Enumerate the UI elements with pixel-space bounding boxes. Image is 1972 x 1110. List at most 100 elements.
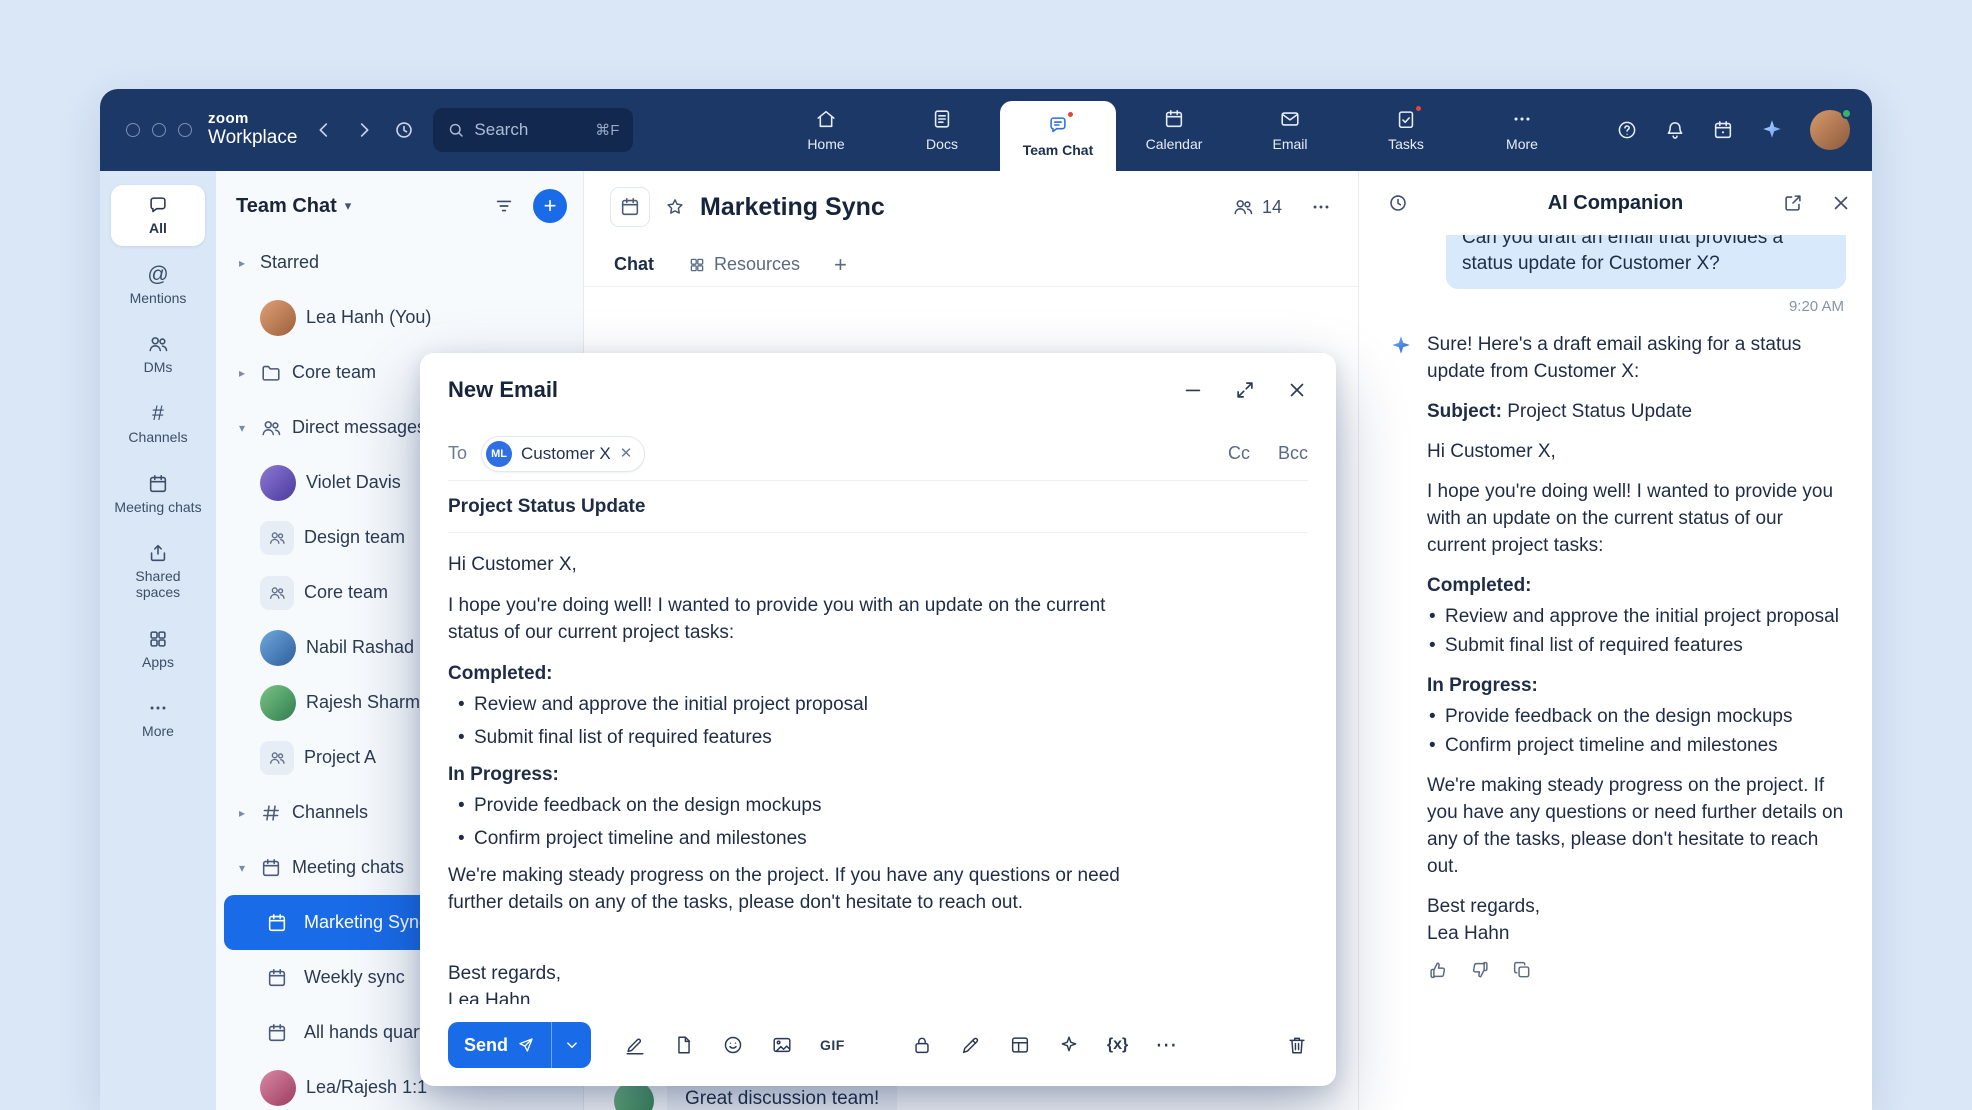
recipient-name: Customer X — [521, 444, 611, 464]
lock-icon[interactable] — [911, 1034, 933, 1056]
bcc-button[interactable]: Bcc — [1278, 443, 1308, 464]
tab-team-chat[interactable]: Team Chat — [1000, 101, 1116, 171]
sidebar-title-dropdown[interactable]: Team Chat ▾ — [236, 195, 351, 218]
today-calendar-icon[interactable] — [1712, 119, 1734, 141]
ai-companion-sparkle-icon[interactable] — [1760, 118, 1784, 142]
rail-item-apps[interactable]: Apps — [111, 619, 205, 680]
emoji-icon[interactable] — [722, 1034, 744, 1056]
filter-icon[interactable] — [493, 195, 515, 217]
user-avatar[interactable] — [1810, 110, 1850, 150]
list-item-label: Project A — [304, 747, 376, 768]
expand-icon[interactable] — [1234, 379, 1256, 401]
avatar — [260, 465, 296, 501]
back-icon[interactable] — [313, 119, 335, 141]
minimize-icon[interactable] — [1182, 379, 1204, 401]
channels-hash-icon: # — [152, 403, 164, 425]
notifications-bell-icon[interactable] — [1664, 119, 1686, 141]
tab-resources[interactable]: Resources — [688, 254, 800, 275]
signature-icon[interactable] — [624, 1034, 646, 1056]
more-options-icon[interactable]: ⋯ — [1155, 1032, 1178, 1058]
history-icon[interactable] — [1387, 192, 1409, 214]
logo-zoom-text: zoom — [208, 111, 297, 128]
more-icon — [1511, 108, 1533, 130]
template-icon[interactable] — [1009, 1034, 1031, 1056]
caret-right-icon[interactable]: ▸ — [234, 256, 250, 270]
close-icon[interactable] — [1286, 379, 1308, 401]
rail-item-label: All — [149, 221, 167, 237]
in-progress-list: Provide feedback on the design mockups C… — [448, 792, 1308, 852]
in-progress-list: Provide feedback on the design mockups C… — [1427, 703, 1846, 759]
rail-more-icon — [147, 697, 169, 719]
email-intro-para: I hope you're doing well! I wanted to pr… — [448, 592, 1148, 646]
thumbs-up-icon[interactable] — [1427, 959, 1449, 981]
caret-right-icon[interactable]: ▸ — [234, 806, 250, 820]
thumbs-down-icon[interactable] — [1469, 959, 1491, 981]
caret-down-icon[interactable]: ▾ — [234, 421, 250, 435]
tab-more[interactable]: More — [1464, 89, 1580, 171]
tab-home[interactable]: Home — [768, 89, 884, 171]
in-progress-label: In Progress: — [448, 761, 1148, 788]
subject-field[interactable]: Project Status Update — [448, 481, 1308, 533]
sidebar-group-starred[interactable]: ▸ Starred — [224, 235, 575, 290]
search-shortcut-hint: ⌘F — [595, 121, 619, 139]
new-chat-add-button[interactable]: + — [533, 189, 567, 223]
delete-draft-icon[interactable] — [1286, 1034, 1308, 1056]
gif-icon[interactable]: GIF — [820, 1037, 845, 1053]
history-icon[interactable] — [393, 119, 415, 141]
remove-recipient-icon[interactable]: ✕ — [620, 446, 633, 461]
search-input[interactable]: Search ⌘F — [433, 108, 633, 152]
subject-value: Project Status Update — [448, 496, 645, 518]
channel-more-icon[interactable] — [1310, 196, 1332, 218]
copy-icon[interactable] — [1511, 959, 1533, 981]
email-body-editor[interactable]: Hi Customer X, I hope you're doing well!… — [448, 533, 1308, 1004]
ai-companion-panel: AI Companion Can you draft an email that… — [1358, 171, 1872, 1110]
rail-item-dms[interactable]: DMs — [111, 324, 205, 385]
tab-email[interactable]: Email — [1232, 89, 1348, 171]
tab-tasks[interactable]: Tasks — [1348, 89, 1464, 171]
send-button-label: Send — [464, 1035, 508, 1056]
add-tab-button[interactable]: + — [834, 252, 847, 278]
tab-chat[interactable]: Chat — [614, 254, 654, 275]
code-snippet-icon[interactable]: {x} — [1107, 1036, 1128, 1054]
send-button[interactable]: Send — [448, 1022, 551, 1068]
rail-item-mentions[interactable]: @ Mentions — [111, 255, 205, 316]
caret-down-icon[interactable]: ▾ — [234, 861, 250, 875]
send-options-chevron[interactable] — [551, 1022, 591, 1068]
star-icon[interactable] — [664, 196, 686, 218]
image-icon[interactable] — [771, 1034, 793, 1056]
forward-icon[interactable] — [353, 119, 375, 141]
recipient-chip[interactable]: ML Customer X ✕ — [481, 436, 645, 472]
rail-item-more[interactable]: More — [111, 688, 205, 749]
topbar: zoom Workplace Search ⌘F Home Docs — [100, 89, 1872, 171]
window-zoom-button[interactable] — [178, 123, 192, 137]
help-icon[interactable] — [1616, 119, 1638, 141]
list-item-label: Core team — [304, 582, 388, 603]
member-count[interactable]: 14 — [1232, 196, 1282, 218]
meeting-chats-calendar-icon — [147, 473, 169, 495]
close-icon[interactable] — [1830, 192, 1852, 214]
rail-item-meeting-chats[interactable]: Meeting chats — [111, 464, 205, 525]
cc-button[interactable]: Cc — [1228, 443, 1250, 464]
resources-grid-icon — [688, 256, 706, 274]
tab-more-label: More — [1506, 136, 1538, 152]
search-placeholder: Search — [474, 120, 528, 140]
open-in-new-icon[interactable] — [1782, 192, 1804, 214]
group-label: Direct messages — [292, 417, 426, 438]
dms-people-icon — [147, 333, 169, 355]
tab-calendar[interactable]: Calendar — [1116, 89, 1232, 171]
caret-right-icon[interactable]: ▸ — [234, 366, 250, 380]
window-close-button[interactable] — [126, 123, 140, 137]
team-chat-unread-dot — [1066, 110, 1075, 119]
rail-item-shared-spaces[interactable]: Shared spaces — [111, 533, 205, 609]
ai-sparkle-icon[interactable] — [1058, 1034, 1080, 1056]
members-icon — [1232, 196, 1254, 218]
group-label: Meeting chats — [292, 857, 404, 878]
window-minimize-button[interactable] — [152, 123, 166, 137]
list-item-lea-hanh[interactable]: Lea Hanh (You) — [224, 290, 575, 345]
rail-item-channels[interactable]: # Channels — [111, 394, 205, 455]
attach-document-icon[interactable] — [673, 1034, 695, 1056]
all-chats-icon — [147, 194, 169, 216]
rail-item-all[interactable]: All — [111, 185, 205, 246]
tab-docs[interactable]: Docs — [884, 89, 1000, 171]
pencil-icon[interactable] — [960, 1034, 982, 1056]
